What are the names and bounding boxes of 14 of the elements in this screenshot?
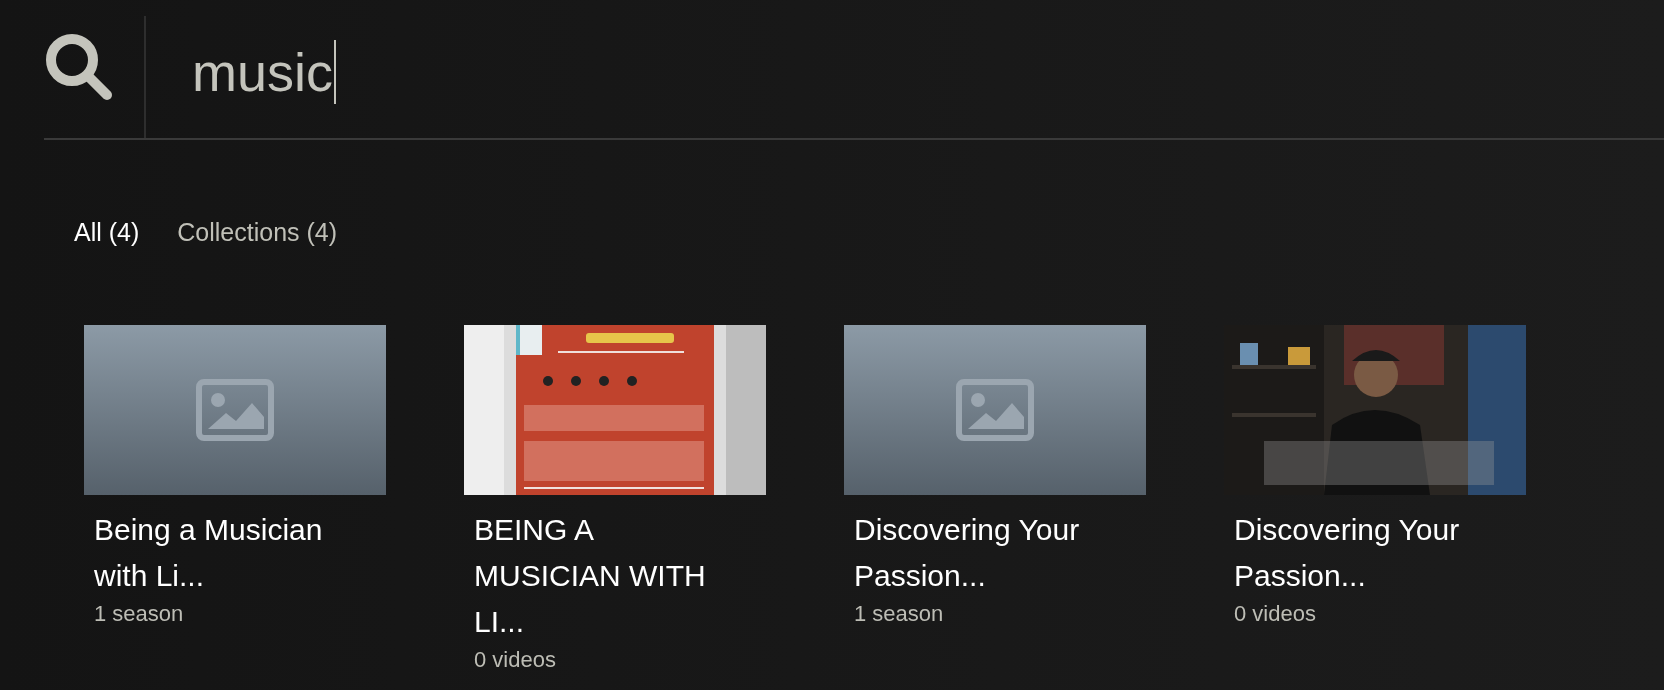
result-title[interactable]: BEING A MUSICIAN WITH LI... [474, 507, 744, 645]
search-icon[interactable] [44, 32, 114, 102]
image-icon [196, 379, 274, 441]
result-title[interactable]: Discovering Your Passion... [1234, 507, 1504, 599]
result-title[interactable]: Being a Musician with Li... [94, 507, 364, 599]
filter-tab[interactable]: Collections (4) [177, 218, 338, 247]
result-meta: 0 videos [474, 647, 557, 673]
result-meta: 1 season [94, 601, 185, 627]
search-field[interactable]: music [192, 40, 336, 104]
filter-tab[interactable]: All (4) [74, 218, 140, 247]
image-icon [956, 379, 1034, 441]
result-meta: 0 videos [1234, 601, 1317, 627]
result-title[interactable]: Discovering Your Passion... [854, 507, 1124, 599]
result-meta: 1 season [854, 601, 945, 627]
